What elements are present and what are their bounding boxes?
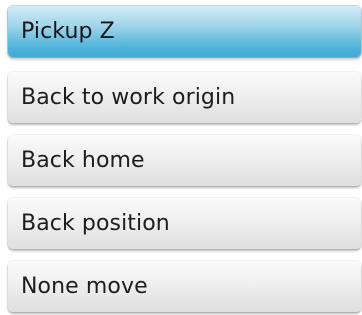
option-back-position[interactable]: Back position — [8, 198, 361, 249]
option-back-home[interactable]: Back home — [8, 135, 361, 186]
option-back-to-work-origin[interactable]: Back to work origin — [8, 72, 361, 123]
option-pickup-z[interactable]: Pickup Z — [8, 6, 361, 57]
option-none-move[interactable]: None move — [8, 261, 361, 312]
option-list: Pickup Z Back to work origin Back home B… — [0, 0, 362, 315]
